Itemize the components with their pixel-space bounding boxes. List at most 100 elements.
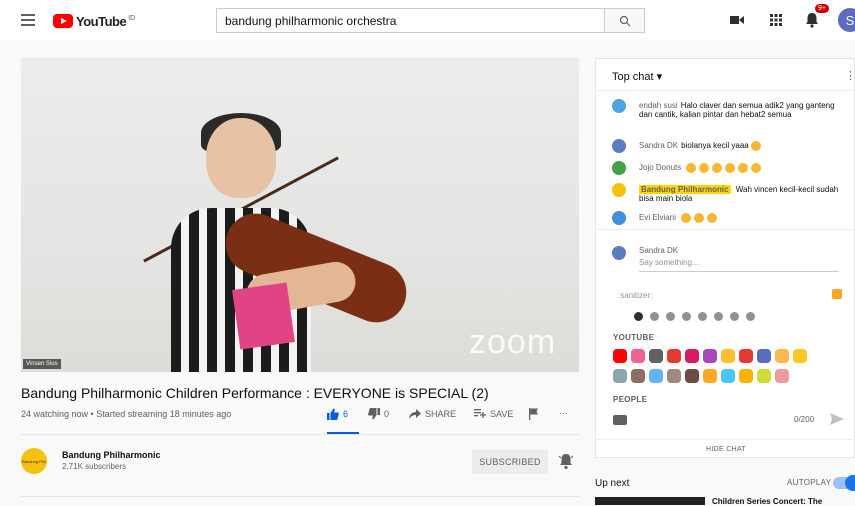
top-bar: YouTube ID bandung philharmonic orchestr… (0, 0, 855, 40)
emoji-icon[interactable] (613, 369, 627, 383)
subscriber-count: 2.71K subscribers (62, 462, 127, 471)
chat-mode-dropdown[interactable]: Top chat ▾ (612, 70, 662, 83)
up-next-heading: Up next (595, 478, 630, 489)
chat-avatar (612, 139, 626, 153)
crying-emoji-icon (750, 141, 761, 151)
next-video-thumbnail[interactable] (595, 497, 705, 505)
create-video-icon[interactable] (727, 10, 747, 30)
people-emoji-section-label: PEOPLE (613, 395, 648, 404)
chat-more-icon[interactable]: ⋮ (845, 69, 855, 82)
emoji-icon[interactable] (757, 369, 771, 383)
character-count: 0/200 (794, 415, 815, 424)
clapping-emoji-icon (712, 163, 723, 173)
emoji-icon[interactable] (649, 369, 663, 383)
emoji-icon[interactable] (739, 369, 753, 383)
emoji-icon[interactable] (667, 349, 681, 363)
activity-category-icon[interactable] (698, 312, 707, 321)
live-chat-panel: Top chat ▾ ⋮ endah susi Halo claver dan s… (595, 58, 855, 458)
chat-avatar (612, 183, 626, 197)
video-player[interactable]: zoom Vinsen Sius (21, 58, 579, 372)
clapping-emoji-icon (707, 213, 718, 223)
thumbs-up-emoji-icon (725, 163, 736, 173)
flag-icon (529, 408, 538, 420)
divider (21, 496, 579, 497)
chat-message-input[interactable]: Say something... (639, 258, 839, 272)
symbols-category-icon[interactable] (746, 312, 755, 321)
emoji-icon[interactable] (793, 349, 807, 363)
search-icon (619, 15, 630, 26)
report-flag-button[interactable] (528, 408, 544, 420)
emoji-icon[interactable] (631, 369, 645, 383)
like-button[interactable]: 6 (327, 408, 348, 420)
search-button[interactable] (604, 8, 645, 33)
video-frame-cloth (232, 282, 295, 350)
emoji-search-text[interactable]: :sanitizer: (618, 291, 652, 300)
thumbs-up-icon (327, 408, 339, 420)
channel-bell-icon[interactable] (558, 452, 574, 470)
divider (21, 434, 579, 435)
notifications-bell-icon[interactable] (802, 10, 822, 30)
video-title: Bandung Philharmonic Children Performanc… (21, 385, 489, 401)
save-button[interactable]: SAVE (474, 408, 513, 420)
emoji-icon[interactable] (703, 349, 717, 363)
clapping-emoji-icon (686, 163, 697, 173)
food-category-icon[interactable] (682, 312, 691, 321)
emoji-icon[interactable] (775, 349, 789, 363)
save-label: SAVE (490, 409, 514, 419)
emoji-icon[interactable] (685, 349, 699, 363)
sanitizer-emoji-icon[interactable] (832, 289, 842, 299)
emoji-row (613, 349, 807, 363)
emoji-icon[interactable] (703, 369, 717, 383)
participant-name-tag: Vinsen Sius (23, 359, 61, 369)
emoji-icon[interactable] (757, 349, 771, 363)
share-button[interactable]: SHARE (409, 408, 456, 420)
compose-avatar (612, 246, 626, 260)
youtube-play-icon (53, 14, 73, 28)
hide-chat-button[interactable]: HIDE CHAT (596, 439, 855, 459)
emoji-icon[interactable] (631, 349, 645, 363)
youtube-category-icon[interactable] (634, 312, 643, 321)
objects-category-icon[interactable] (730, 312, 739, 321)
send-icon[interactable] (830, 412, 844, 426)
video-frame-child-face (206, 118, 276, 198)
search-input[interactable]: bandung philharmonic orchestra (216, 8, 605, 33)
chat-author: Evi Elviani (639, 213, 676, 223)
emoji-icon[interactable] (721, 369, 735, 383)
chat-author: Sandra DK (639, 141, 679, 151)
nature-category-icon[interactable] (666, 312, 675, 321)
chat-author: Jojo Donuts (639, 163, 682, 173)
emoji-icon[interactable] (775, 369, 789, 383)
emoji-icon[interactable] (739, 349, 753, 363)
emoji-icon[interactable] (613, 349, 627, 363)
notification-badge: 9+ (815, 4, 829, 13)
dislike-count: 0 (384, 409, 390, 419)
emoji-icon[interactable] (667, 369, 681, 383)
keyboard-icon[interactable] (613, 415, 627, 425)
youtube-logo[interactable]: YouTube ID (53, 13, 135, 29)
share-arrow-icon (409, 409, 421, 419)
logo-text: YouTube (76, 13, 127, 29)
account-avatar[interactable]: S (838, 8, 855, 32)
emoji-icon[interactable] (721, 349, 735, 363)
apps-grid-icon[interactable] (766, 10, 786, 30)
emoji-icon[interactable] (649, 349, 663, 363)
chat-header: Top chat ▾ ⋮ (596, 59, 855, 91)
subscribed-button[interactable]: SUBSCRIBED (472, 450, 548, 474)
clapping-emoji-icon (681, 213, 692, 223)
travel-category-icon[interactable] (714, 312, 723, 321)
chat-author: endah susi (639, 101, 678, 110)
next-video-title[interactable]: Children Series Concert: The (712, 497, 822, 506)
autoplay-toggle-knob[interactable] (845, 475, 855, 491)
clapping-emoji-icon (699, 163, 710, 173)
channel-avatar[interactable]: Bandung Phil (21, 448, 47, 474)
thumbs-up-emoji-icon (751, 163, 762, 173)
emoji-icon[interactable] (685, 369, 699, 383)
more-actions-button[interactable]: ··· (559, 408, 568, 418)
video-view-info: 24 watching now • Started streaming 18 m… (21, 409, 232, 419)
dislike-button[interactable]: 0 (368, 408, 389, 420)
thumbs-down-icon (368, 408, 380, 420)
like-count: 6 (343, 409, 349, 419)
channel-name[interactable]: Bandung Philharmonic (62, 450, 161, 460)
smiley-category-icon[interactable] (650, 312, 659, 321)
hamburger-menu-icon[interactable] (21, 14, 35, 26)
